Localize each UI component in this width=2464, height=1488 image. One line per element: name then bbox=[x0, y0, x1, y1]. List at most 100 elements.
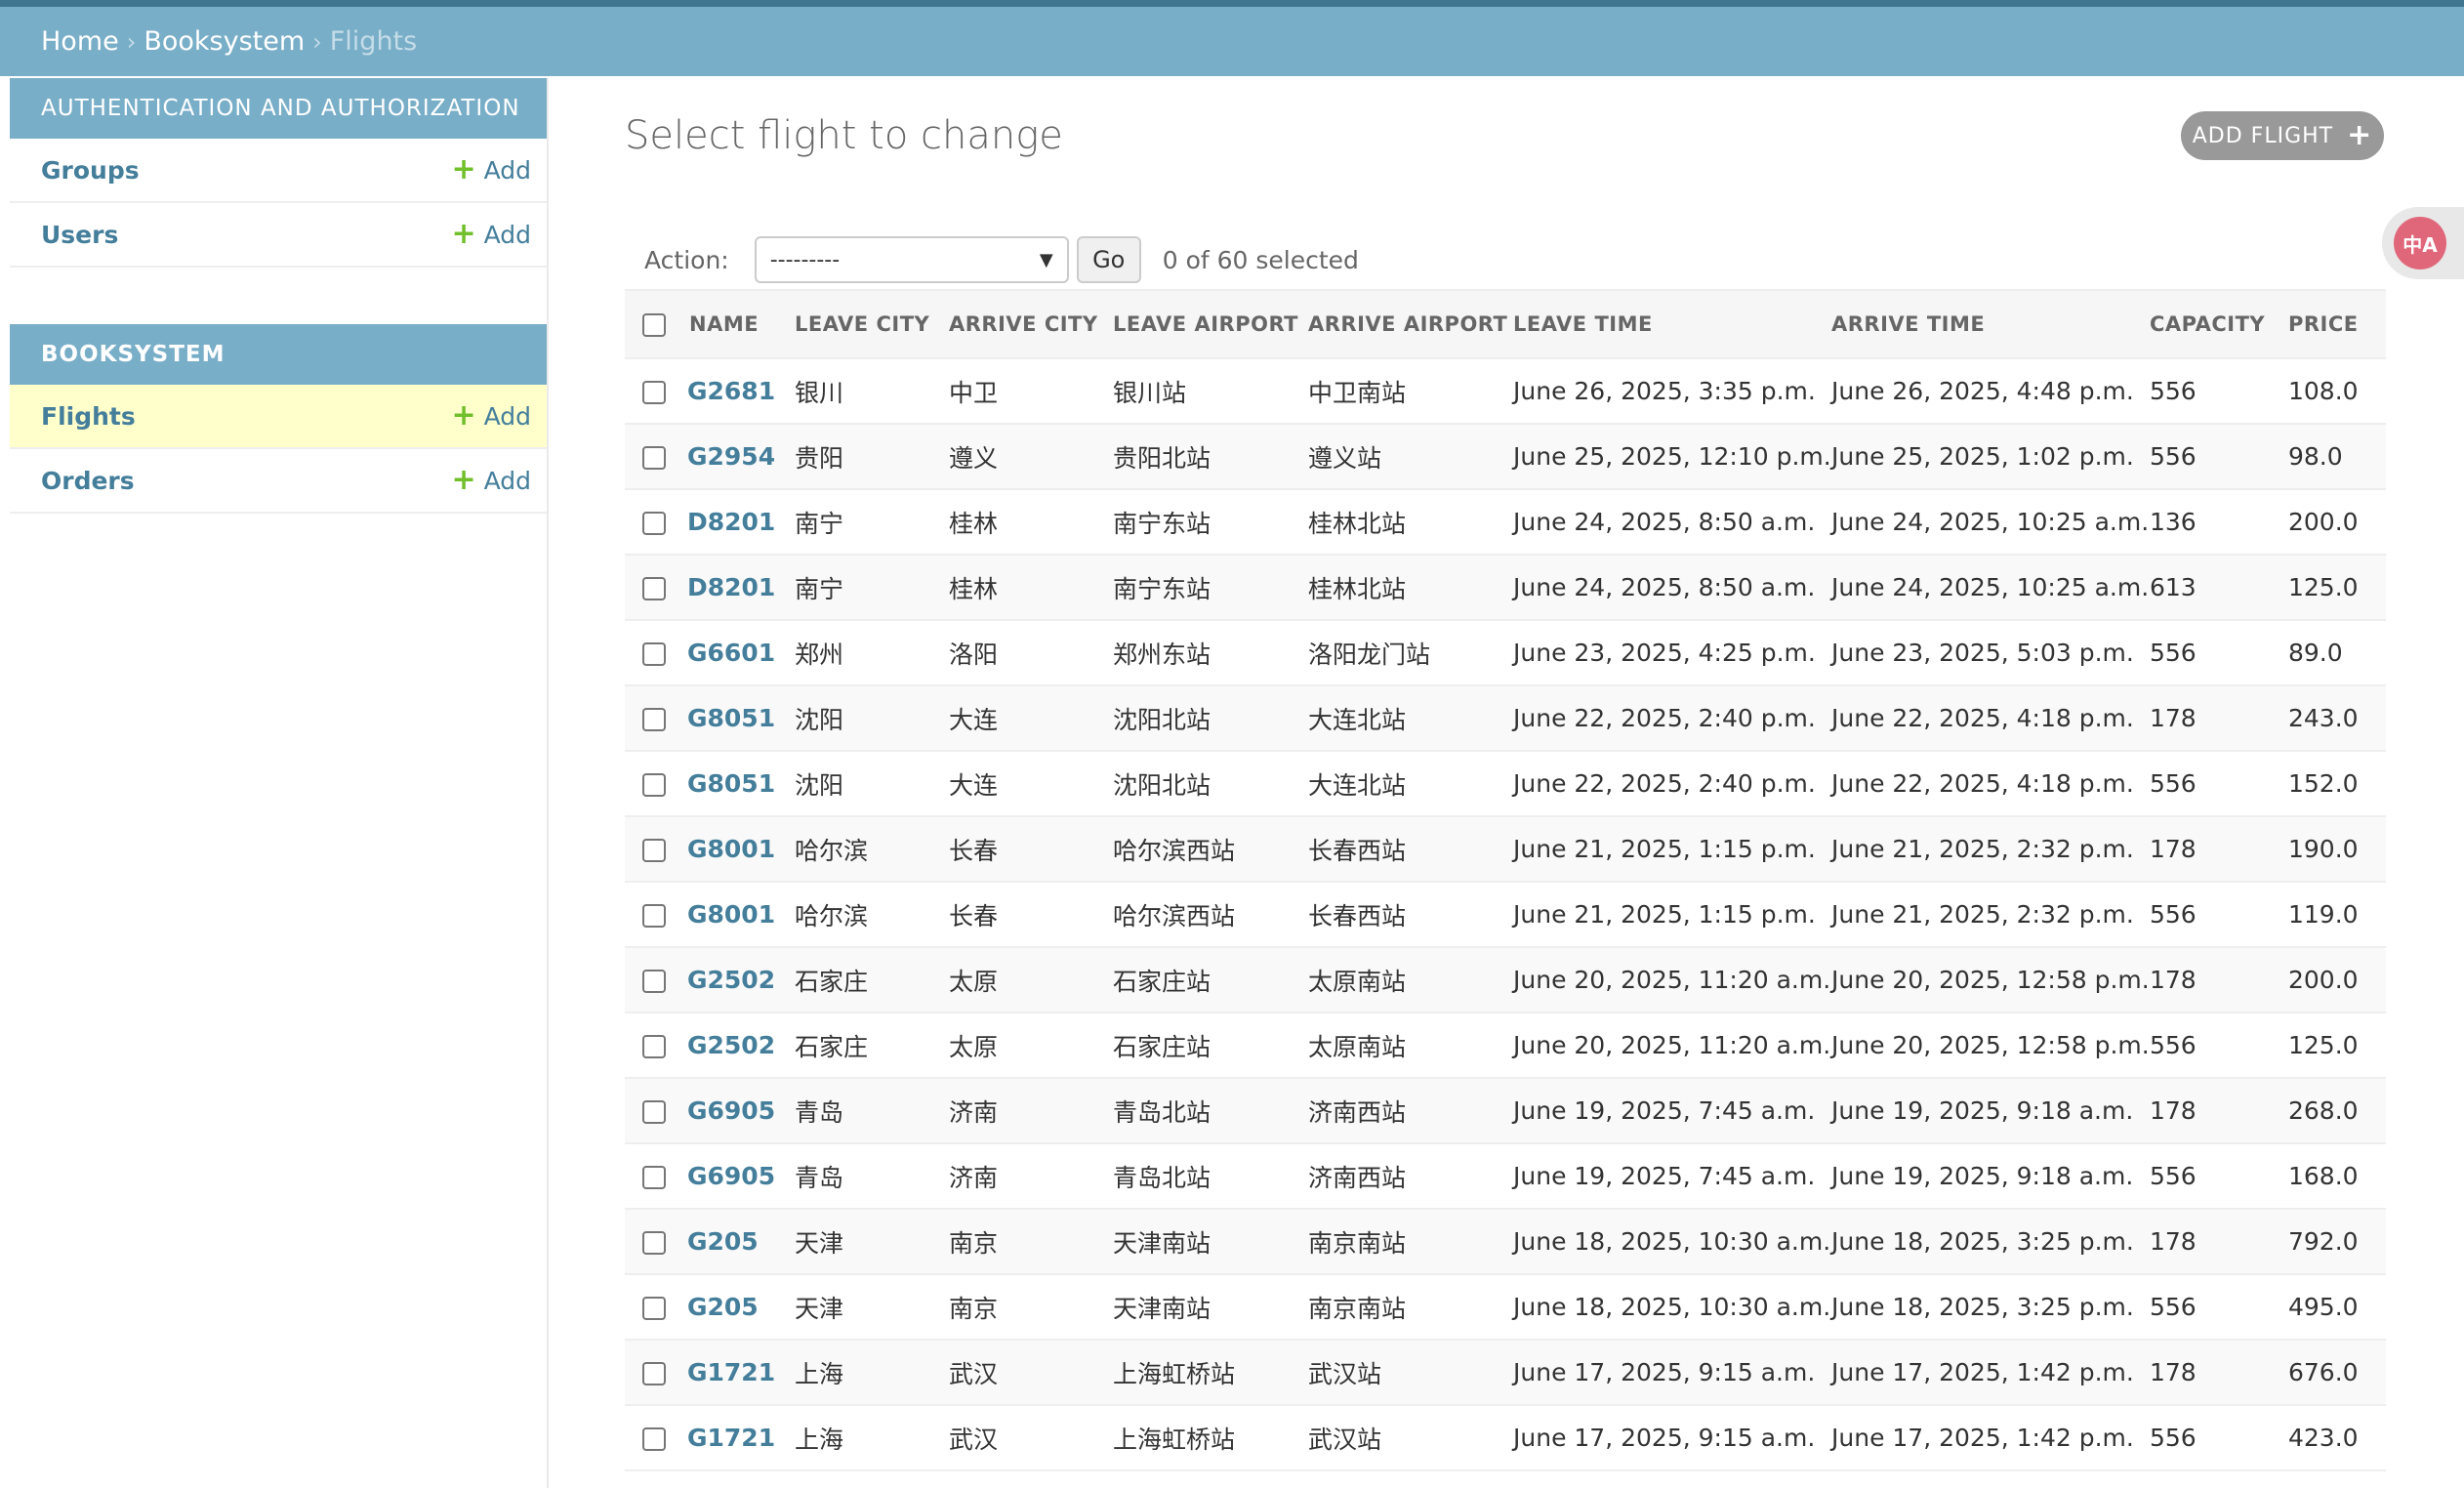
arrive-city-cell: 大连 bbox=[949, 751, 1113, 817]
flight-name-link[interactable]: G205 bbox=[687, 1227, 759, 1256]
breadcrumb-app[interactable]: Booksystem bbox=[144, 26, 305, 57]
row-select-cell bbox=[625, 1340, 687, 1406]
flight-name-link[interactable]: G8051 bbox=[687, 769, 775, 798]
arrive-airport-cell: 遵义站 bbox=[1308, 424, 1513, 490]
row-checkbox[interactable] bbox=[642, 1362, 666, 1385]
flight-name-link[interactable]: D8201 bbox=[687, 573, 775, 601]
flight-name-link[interactable]: G6905 bbox=[687, 1162, 775, 1190]
add-group-link[interactable]: + Add bbox=[451, 155, 531, 185]
action-bar: Action: --------- ▼ Go 0 of 60 selected bbox=[625, 221, 2386, 299]
leave-time-cell: June 17, 2025, 9:15 a.m. bbox=[1513, 1340, 1831, 1406]
row-checkbox[interactable] bbox=[642, 1231, 666, 1255]
row-checkbox[interactable] bbox=[642, 904, 666, 928]
row-checkbox[interactable] bbox=[642, 839, 666, 862]
leave-city-cell: 贵阳 bbox=[795, 424, 949, 490]
sidebar-link-orders[interactable]: Orders bbox=[41, 467, 135, 495]
row-checkbox[interactable] bbox=[642, 708, 666, 731]
column-header[interactable]: PRICE bbox=[2288, 289, 2386, 359]
column-header[interactable]: LEAVE CITY bbox=[795, 289, 949, 359]
flight-name-link[interactable]: G2954 bbox=[687, 442, 775, 471]
arrive-airport-cell: 武汉站 bbox=[1308, 1340, 1513, 1406]
flight-name-link[interactable]: G8001 bbox=[687, 900, 775, 929]
flight-name-link[interactable]: G2502 bbox=[687, 1031, 775, 1059]
sidebar-link-flights[interactable]: Flights bbox=[41, 402, 136, 431]
row-checkbox[interactable] bbox=[642, 1427, 666, 1451]
capacity-cell: 556 bbox=[2150, 1013, 2288, 1079]
flight-name-link[interactable]: G8051 bbox=[687, 704, 775, 732]
column-header[interactable]: NAME bbox=[687, 289, 795, 359]
column-header[interactable]: LEAVE AIRPORT bbox=[1113, 289, 1308, 359]
name-cell: G8001 bbox=[687, 816, 795, 883]
leave-airport-cell: 青岛北站 bbox=[1113, 1143, 1308, 1210]
row-select-cell bbox=[625, 1274, 687, 1341]
breadcrumb-home[interactable]: Home bbox=[41, 26, 119, 57]
column-header[interactable]: LEAVE TIME bbox=[1513, 289, 1831, 359]
flight-name-link[interactable]: G6601 bbox=[687, 639, 775, 667]
arrive-city-cell: 济南 bbox=[949, 1078, 1113, 1144]
row-checkbox[interactable] bbox=[642, 642, 666, 666]
leave-time-cell: June 24, 2025, 8:50 a.m. bbox=[1513, 489, 1831, 556]
flight-name-link[interactable]: G8001 bbox=[687, 835, 775, 863]
row-checkbox[interactable] bbox=[642, 773, 666, 797]
flight-name-link[interactable]: G2502 bbox=[687, 966, 775, 994]
capacity-cell: 178 bbox=[2150, 685, 2288, 752]
leave-city-cell: 上海 bbox=[795, 1405, 949, 1471]
module-caption-auth[interactable]: AUTHENTICATION AND AUTHORIZATION bbox=[10, 78, 547, 139]
capacity-cell: 613 bbox=[2150, 555, 2288, 621]
row-checkbox[interactable] bbox=[642, 1166, 666, 1189]
select-all-checkbox[interactable] bbox=[642, 312, 666, 337]
sidebar-link-groups[interactable]: Groups bbox=[41, 156, 140, 185]
column-header[interactable]: ARRIVE CITY bbox=[949, 289, 1113, 359]
row-checkbox[interactable] bbox=[642, 577, 666, 600]
row-checkbox[interactable] bbox=[642, 446, 666, 470]
arrive-airport-cell: 太原南站 bbox=[1308, 1013, 1513, 1079]
add-flight-button[interactable]: ADD FLIGHT + bbox=[2181, 111, 2384, 160]
flight-name-link[interactable]: G205 bbox=[687, 1293, 759, 1321]
arrive-airport-cell: 桂林北站 bbox=[1308, 555, 1513, 621]
price-cell: 152.0 bbox=[2288, 751, 2386, 817]
column-header[interactable]: CAPACITY bbox=[2150, 289, 2288, 359]
go-button[interactable]: Go bbox=[1076, 236, 1141, 283]
module-caption-booksystem[interactable]: BOOKSYSTEM bbox=[10, 324, 547, 385]
flight-name-link[interactable]: G2681 bbox=[687, 377, 775, 405]
add-label: Add bbox=[483, 155, 531, 185]
leave-airport-cell: 南宁东站 bbox=[1113, 555, 1308, 621]
leave-airport-cell: 石家庄站 bbox=[1113, 1013, 1308, 1079]
flight-name-link[interactable]: D8201 bbox=[687, 508, 775, 536]
row-select-cell bbox=[625, 424, 687, 490]
flight-name-link[interactable]: G6905 bbox=[687, 1096, 775, 1125]
leave-airport-cell: 银川站 bbox=[1113, 358, 1308, 425]
translate-widget[interactable]: 中A bbox=[2382, 207, 2464, 279]
column-header[interactable]: ARRIVE AIRPORT bbox=[1308, 289, 1513, 359]
leave-airport-cell: 天津南站 bbox=[1113, 1274, 1308, 1341]
row-checkbox[interactable] bbox=[642, 381, 666, 404]
sidebar-item-groups: Groups + Add bbox=[10, 139, 547, 203]
add-flight-link[interactable]: + Add bbox=[451, 401, 531, 431]
add-order-link[interactable]: + Add bbox=[451, 466, 531, 495]
sidebar-link-users[interactable]: Users bbox=[41, 221, 118, 249]
leave-city-cell: 天津 bbox=[795, 1274, 949, 1341]
flight-name-link[interactable]: G1721 bbox=[687, 1424, 775, 1452]
leave-city-cell: 青岛 bbox=[795, 1078, 949, 1144]
table-row: D8201 南宁 桂林 南宁东站 桂林北站 June 24, 2025, 8:50 a.m… bbox=[625, 489, 2386, 556]
sidebar-item-flights: Flights + Add bbox=[10, 385, 547, 449]
row-select-cell bbox=[625, 555, 687, 621]
leave-airport-cell: 贵阳北站 bbox=[1113, 424, 1308, 490]
action-select[interactable]: --------- ▼ bbox=[754, 236, 1069, 283]
leave-time-cell: June 21, 2025, 1:15 p.m. bbox=[1513, 816, 1831, 883]
arrive-city-cell: 长春 bbox=[949, 816, 1113, 883]
arrive-city-cell: 桂林 bbox=[949, 555, 1113, 621]
flight-name-link[interactable]: G1721 bbox=[687, 1358, 775, 1386]
row-checkbox[interactable] bbox=[642, 970, 666, 993]
row-checkbox[interactable] bbox=[642, 1035, 666, 1058]
price-cell: 200.0 bbox=[2288, 489, 2386, 556]
column-header[interactable]: ARRIVE TIME bbox=[1831, 289, 2150, 359]
add-user-link[interactable]: + Add bbox=[451, 220, 531, 249]
row-checkbox[interactable] bbox=[642, 1100, 666, 1124]
capacity-cell: 556 bbox=[2150, 1274, 2288, 1341]
row-checkbox[interactable] bbox=[642, 512, 666, 535]
name-cell: G1721 bbox=[687, 1405, 795, 1471]
row-checkbox[interactable] bbox=[642, 1297, 666, 1320]
arrive-airport-cell: 洛阳龙门站 bbox=[1308, 620, 1513, 686]
price-cell: 125.0 bbox=[2288, 1013, 2386, 1079]
